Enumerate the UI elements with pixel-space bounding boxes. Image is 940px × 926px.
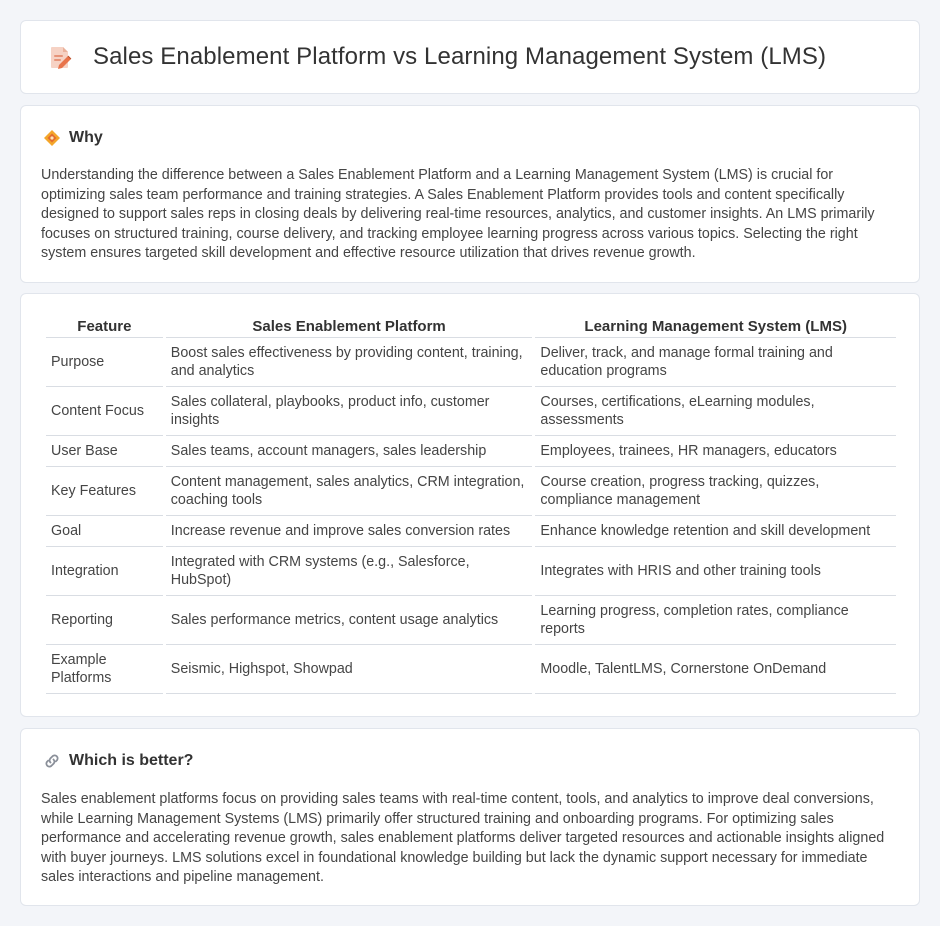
- sales-enablement-cell: Sales teams, account managers, sales lea…: [165, 436, 533, 467]
- title-card: Sales Enablement Platform vs Learning Ma…: [20, 20, 920, 94]
- sales-enablement-cell: Boost sales effectiveness by providing c…: [165, 338, 533, 387]
- feature-cell: Example Platforms: [46, 645, 163, 694]
- which-is-better-section: Which is better? Sales enablement platfo…: [20, 728, 920, 906]
- lms-cell: Deliver, track, and manage formal traini…: [535, 338, 896, 387]
- table-row: Example Platforms Seismic, Highspot, Sho…: [46, 645, 896, 694]
- header-sales-enablement: Sales Enablement Platform: [165, 314, 533, 338]
- which-is-better-text: Sales enablement platforms focus on prov…: [41, 791, 885, 886]
- diamond-icon: [44, 130, 60, 146]
- table-row: Content Focus Sales collateral, playbook…: [46, 387, 896, 436]
- table-row: Integration Integrated with CRM systems …: [46, 547, 896, 596]
- table-header-row: Feature Sales Enablement Platform Learni…: [46, 314, 896, 338]
- sales-enablement-cell: Integrated with CRM systems (e.g., Sales…: [165, 547, 533, 596]
- feature-cell: Reporting: [46, 596, 163, 645]
- why-text: Understanding the difference between a S…: [41, 167, 875, 262]
- sales-enablement-cell: Sales collateral, playbooks, product inf…: [165, 387, 533, 436]
- feature-cell: User Base: [46, 436, 163, 467]
- table-row: Key Features Content management, sales a…: [46, 467, 896, 516]
- feature-cell: Content Focus: [46, 387, 163, 436]
- header-feature: Feature: [46, 314, 163, 338]
- feature-cell: Goal: [46, 516, 163, 547]
- sales-enablement-cell: Seismic, Highspot, Showpad: [165, 645, 533, 694]
- comparison-table: Feature Sales Enablement Platform Learni…: [43, 314, 899, 694]
- document-pencil-icon: [51, 47, 72, 69]
- lms-cell: Course creation, progress tracking, quiz…: [535, 467, 896, 516]
- lms-cell: Learning progress, completion rates, com…: [535, 596, 896, 645]
- page-title: Sales Enablement Platform vs Learning Ma…: [93, 43, 827, 70]
- why-section: Why Understanding the difference between…: [20, 105, 920, 283]
- table-row: Purpose Boost sales effectiveness by pro…: [46, 338, 896, 387]
- feature-cell: Purpose: [46, 338, 163, 387]
- sales-enablement-cell: Sales performance metrics, content usage…: [165, 596, 533, 645]
- table-row: Reporting Sales performance metrics, con…: [46, 596, 896, 645]
- header-lms: Learning Management System (LMS): [535, 314, 896, 338]
- table-row: Goal Increase revenue and improve sales …: [46, 516, 896, 547]
- lms-cell: Employees, trainees, HR managers, educat…: [535, 436, 896, 467]
- lms-cell: Integrates with HRIS and other training …: [535, 547, 896, 596]
- link-icon: [45, 754, 59, 768]
- which-is-better-heading: Which is better?: [69, 752, 194, 769]
- lms-cell: Enhance knowledge retention and skill de…: [535, 516, 896, 547]
- table-row: User Base Sales teams, account managers,…: [46, 436, 896, 467]
- comparison-table-card: Feature Sales Enablement Platform Learni…: [20, 293, 920, 717]
- sales-enablement-cell: Content management, sales analytics, CRM…: [165, 467, 533, 516]
- lms-cell: Courses, certifications, eLearning modul…: [535, 387, 896, 436]
- why-heading: Why: [69, 129, 103, 146]
- sales-enablement-cell: Increase revenue and improve sales conve…: [165, 516, 533, 547]
- feature-cell: Integration: [46, 547, 163, 596]
- lms-cell: Moodle, TalentLMS, Cornerstone OnDemand: [535, 645, 896, 694]
- feature-cell: Key Features: [46, 467, 163, 516]
